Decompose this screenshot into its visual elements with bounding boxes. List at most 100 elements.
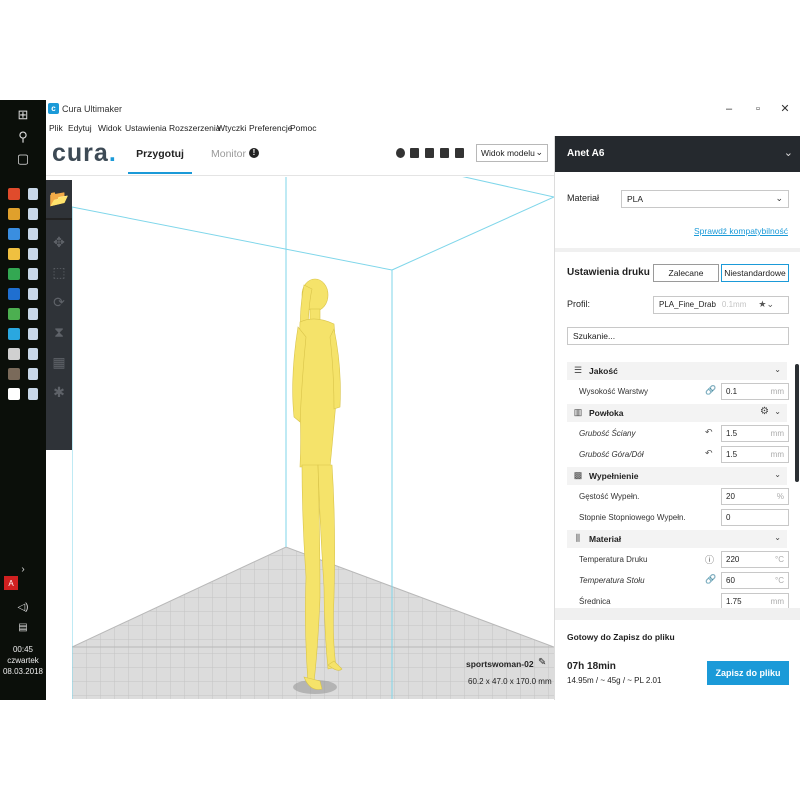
setting-row: Grubość Ściany ↶ 1.5 mm xyxy=(555,423,795,444)
taskbar-app-icon[interactable] xyxy=(8,288,20,300)
star-icon[interactable]: ★⌄ xyxy=(758,299,774,310)
taskbar-window-icon[interactable] xyxy=(28,268,38,280)
mirror-icon[interactable]: ⧗ xyxy=(51,322,67,342)
model-dimensions: 60.2 x 47.0 x 170.0 mm xyxy=(468,677,552,686)
acrobat-icon[interactable]: A xyxy=(4,576,18,590)
material-value: PLA xyxy=(627,194,644,204)
setting-value-field[interactable]: 0 xyxy=(721,509,789,526)
stage-toolbar: cura. Przygotuj Monitor ! Widok modelu ⌄ xyxy=(46,136,554,176)
setting-value-field[interactable]: 220 °C xyxy=(721,551,789,568)
settings-category[interactable]: ☰ Jakość ⌄ xyxy=(567,362,787,380)
clock-day: czwartek xyxy=(7,656,39,665)
taskbar-app-icon[interactable] xyxy=(8,388,20,400)
menu-preferences[interactable]: Preferencje xyxy=(249,123,292,133)
support-blocker-icon[interactable]: ✱ xyxy=(51,382,67,402)
search-icon[interactable]: ⚲ xyxy=(0,126,46,148)
taskbar-window-icon[interactable] xyxy=(28,368,38,380)
setting-row: Stopnie Stopniowego Wypełn. 0 xyxy=(555,507,795,528)
setting-value-field[interactable]: 0.1 mm xyxy=(721,383,789,400)
minimize-button[interactable]: – xyxy=(714,101,744,117)
scale-icon[interactable]: ⬚ xyxy=(51,262,67,282)
tool-separator xyxy=(46,218,72,220)
tab-monitor[interactable]: Monitor xyxy=(211,148,246,160)
taskbar-window-icon[interactable] xyxy=(28,288,38,300)
taskbar-window-icon[interactable] xyxy=(28,328,38,340)
profile-select[interactable]: PLA_Fine_Drab 0.1mm ★⌄ xyxy=(653,296,789,314)
3d-view-icon[interactable] xyxy=(396,148,405,158)
settings-scrollbar[interactable] xyxy=(795,364,799,482)
taskbar-window-icon[interactable] xyxy=(28,188,38,200)
taskbar-app-icon[interactable] xyxy=(8,308,20,320)
menu-extensions[interactable]: Rozszerzenia xyxy=(169,123,221,133)
settings-search-input[interactable]: Szukanie... xyxy=(567,327,789,345)
menu-help[interactable]: Pomoc xyxy=(290,123,316,133)
taskbar-app-icon[interactable] xyxy=(8,228,20,240)
save-to-file-button[interactable]: Zapisz do pliku xyxy=(707,661,789,685)
chevron-down-icon: ⌄ xyxy=(774,533,781,542)
gear-icon[interactable]: ⚙ xyxy=(760,406,769,417)
left-view-icon[interactable] xyxy=(440,148,449,158)
3d-viewport[interactable]: sportswoman-02 ✎ 60.2 x 47.0 x 170.0 mm xyxy=(72,177,554,699)
setting-value-field[interactable]: 20% xyxy=(721,488,789,505)
printer-selector[interactable]: Anet A6 ⌄ xyxy=(555,136,800,172)
taskbar-clock[interactable]: 00:45 czwartek 08.03.2018 xyxy=(0,644,46,677)
windows-start-icon[interactable]: ⊞ xyxy=(0,104,46,126)
per-model-settings-icon[interactable]: ▦ xyxy=(51,352,67,372)
custom-mode-button[interactable]: Niestandardowe xyxy=(721,264,789,282)
setting-value-field[interactable]: 1.5 mm xyxy=(721,446,789,463)
volume-icon[interactable]: ◁) xyxy=(0,596,46,618)
divider xyxy=(555,248,800,252)
material-select[interactable]: PLA ⌄ xyxy=(621,190,789,208)
quality-icon: ☰ xyxy=(573,365,583,375)
chevron-down-icon: ⌄ xyxy=(774,407,781,416)
link-icon[interactable]: 🔗 xyxy=(705,385,716,396)
setting-unit: mm xyxy=(770,450,784,459)
taskbar-app-icon[interactable] xyxy=(8,248,20,260)
maximize-button[interactable]: ▫ xyxy=(743,101,773,117)
setting-unit: mm xyxy=(770,597,784,606)
scene-svg xyxy=(72,177,554,699)
menu-file[interactable]: Plik xyxy=(49,123,63,133)
taskbar-window-icon[interactable] xyxy=(28,388,38,400)
taskbar-window-icon[interactable] xyxy=(28,348,38,360)
taskbar-window-icon[interactable] xyxy=(28,208,38,220)
setting-value-field[interactable]: 1.5 mm xyxy=(721,425,789,442)
reset-icon[interactable]: ↶ xyxy=(705,427,713,438)
settings-category[interactable]: ⫼ Materiał ⌄ xyxy=(567,530,787,548)
tab-prepare[interactable]: Przygotuj xyxy=(128,148,192,160)
reset-icon[interactable]: ↶ xyxy=(705,448,713,459)
taskbar-app-icon[interactable] xyxy=(8,328,20,340)
link-icon[interactable]: 🔗 xyxy=(705,574,716,585)
top-view-icon[interactable] xyxy=(425,148,434,158)
notifications-icon[interactable]: ▤ xyxy=(0,616,46,638)
taskbar-app-icon[interactable] xyxy=(8,368,20,380)
taskbar-app-icon[interactable] xyxy=(8,188,20,200)
setting-value: 0.1 xyxy=(726,387,738,396)
settings-category[interactable]: ▥ Powłoka ⚙ ⌄ xyxy=(567,404,787,422)
setting-value-field[interactable]: 60 °C xyxy=(721,572,789,589)
menu-view[interactable]: Widok xyxy=(98,123,122,133)
edit-pencil-icon[interactable]: ✎ xyxy=(538,657,546,668)
taskbar-app-icon[interactable] xyxy=(8,348,20,360)
view-mode-select[interactable]: Widok modelu ⌄ xyxy=(476,144,548,162)
menu-plugins[interactable]: Wtyczki xyxy=(217,123,246,133)
settings-category[interactable]: ▩ Wypełnienie ⌄ xyxy=(567,467,787,485)
material-icon: ⫼ xyxy=(575,533,581,543)
rotate-icon[interactable]: ⟳ xyxy=(51,292,67,312)
front-view-icon[interactable] xyxy=(410,148,419,158)
check-compatibility-link[interactable]: Sprawdź kompatybilność xyxy=(694,226,788,236)
right-view-icon[interactable] xyxy=(455,148,464,158)
info-icon[interactable]: ⓘ xyxy=(705,553,714,566)
taskbar-window-icon[interactable] xyxy=(28,228,38,240)
taskbar-app-icon[interactable] xyxy=(8,268,20,280)
open-file-icon[interactable]: 📂 xyxy=(46,180,72,218)
taskbar-window-icon[interactable] xyxy=(28,308,38,320)
menu-edit[interactable]: Edytuj xyxy=(68,123,92,133)
taskbar-app-icon[interactable] xyxy=(8,208,20,220)
task-view-icon[interactable]: ▢ xyxy=(0,148,46,170)
recommended-mode-button[interactable]: Zalecane xyxy=(653,264,719,282)
taskbar-window-icon[interactable] xyxy=(28,248,38,260)
move-icon[interactable]: ✥ xyxy=(51,232,67,252)
menu-settings[interactable]: Ustawienia xyxy=(125,123,167,133)
close-button[interactable]: ✕ xyxy=(770,101,800,117)
